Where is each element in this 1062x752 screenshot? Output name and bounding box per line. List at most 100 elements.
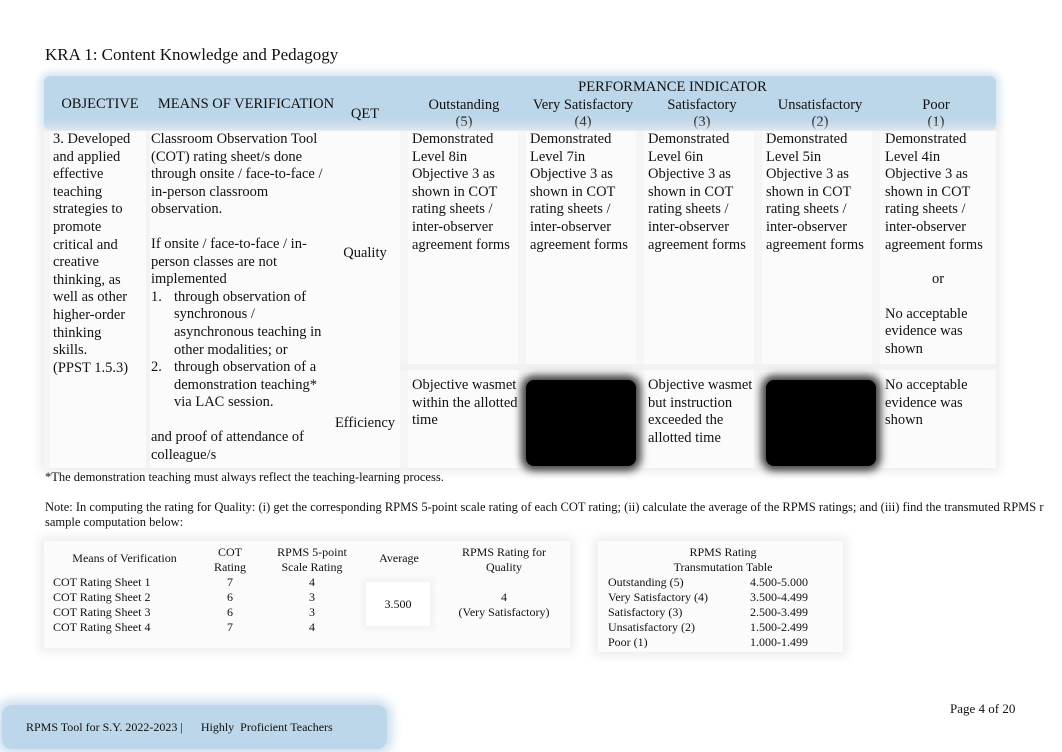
sample-row-mov: COT Rating Sheet 1 xyxy=(53,575,151,589)
mov-list-item: 1. through observation of synchronous / a… xyxy=(151,289,336,359)
sample-header-average: Average xyxy=(379,551,419,565)
rating-score: (3) xyxy=(693,114,711,130)
header-performance-indicator: PERFORMANCE INDICATOR xyxy=(578,79,767,95)
transmutation-label: Unsatisfactory (2) xyxy=(608,620,695,634)
quality-poor-alt: No acceptable evidence was shown xyxy=(885,305,968,357)
kra-title: KRA 1: Content Knowledge and Pedagogy xyxy=(45,45,339,64)
sample-row-mov: COT Rating Sheet 4 xyxy=(53,620,151,634)
sample-row-rpms: 4 xyxy=(309,620,315,634)
transmutation-label: Satisfactory (3) xyxy=(608,605,683,619)
objective-line: and applied xyxy=(53,148,121,165)
sample-header-mov: Means of Verification xyxy=(72,551,177,565)
objective-line: skills. xyxy=(53,342,88,359)
rating-label: Very Satisfactory xyxy=(532,97,634,113)
transmutation-range: 1.000-1.499 xyxy=(750,635,808,649)
note-line-1: Note: In computing the rating for Qualit… xyxy=(45,500,1044,514)
objective-line: thinking xyxy=(53,324,102,341)
sample-row-cot: 6 xyxy=(227,605,233,619)
quality-poor-text: Demonstrated Level 4in Objective 3 as sh… xyxy=(885,131,983,253)
qet-efficiency: Efficiency xyxy=(334,415,396,431)
objective-line: effective xyxy=(53,166,104,183)
header-means-of-verification: MEANS OF VERIFICATION xyxy=(157,96,335,112)
sample-header-rpms-quality: RPMS Rating for Quality xyxy=(461,545,546,574)
sample-row-mov: COT Rating Sheet 3 xyxy=(53,605,151,619)
objective-cell: 3. Developed and applied effective teaching… xyxy=(53,131,148,377)
quality-poor: Demonstrated Level 4in Objective 3 as sh… xyxy=(885,131,993,359)
objective-text: 3. Developed and applied effective teaching… xyxy=(53,131,148,377)
rating-score: (2) xyxy=(811,114,829,130)
header-rating-very-satisfactory: Very Satisfactory (4) xyxy=(523,97,643,131)
sample-row-rpms: 3 xyxy=(309,590,315,604)
efficiency-outstanding: Objective wasmet within the allotted tim… xyxy=(412,377,518,429)
sample-rating-value: 4 xyxy=(501,590,507,604)
rating-score: (1) xyxy=(927,114,945,130)
row-divider xyxy=(400,364,996,370)
objective-line: promote xyxy=(53,218,102,235)
header-rating-poor: Poor (1) xyxy=(879,97,993,131)
transmutation-label: Outstanding (5) xyxy=(608,575,684,589)
quality-unsatisfactory: Demonstrated Level 5in Objective 3 as sh… xyxy=(766,131,864,253)
list-number: 2. xyxy=(151,359,162,376)
objective-line: 3. Developed xyxy=(53,131,131,147)
mov-cell: Classroom Observation Tool (COT) rating … xyxy=(151,131,336,464)
quality-poor-or: or xyxy=(931,271,945,288)
rating-score: (4) xyxy=(574,114,592,130)
objective-line: creative xyxy=(53,254,99,271)
page-number: Page 4 of 20 xyxy=(950,701,1016,716)
transmutation-title-2: Transmutation Table xyxy=(673,560,773,574)
mov-list: 1. through observation of synchronous / a… xyxy=(151,289,336,412)
qet-quality: Quality xyxy=(343,245,387,261)
sample-row-mov: COT Rating Sheet 2 xyxy=(53,590,151,604)
header-rating-outstanding: Outstanding (5) xyxy=(405,97,523,131)
sample-average-value: 3.500 xyxy=(384,597,412,611)
column-divider xyxy=(44,131,50,468)
redacted-efficiency-very-satisfactory xyxy=(526,380,636,466)
mov-para-3: and proof of attendance of colleague/s xyxy=(151,428,304,463)
header-objective: OBJECTIVE xyxy=(61,96,139,112)
sample-header-rpms-scale: RPMS 5-point Scale Rating xyxy=(277,545,347,574)
rating-label: Unsatisfactory xyxy=(777,97,863,113)
rating-label: Poor xyxy=(922,97,950,113)
objective-line: critical and xyxy=(53,236,118,253)
sample-rating-label: (Very Satisfactory) xyxy=(458,605,550,619)
objective-line: (PPST 1.5.3) xyxy=(53,359,129,376)
header-rating-unsatisfactory: Unsatisfactory (2) xyxy=(761,97,879,131)
transmutation-range: 3.500-4.499 xyxy=(750,590,808,604)
quality-satisfactory: Demonstrated Level 6in Objective 3 as sh… xyxy=(648,131,746,253)
transmutation-range: 1.500-2.499 xyxy=(750,620,808,634)
mov-para-1: Classroom Observation Tool (COT) rating … xyxy=(151,131,323,218)
sample-row-rpms: 3 xyxy=(309,605,315,619)
redacted-efficiency-unsatisfactory xyxy=(766,380,876,466)
mov-para-2: If onsite / face-to-face / in-person cla… xyxy=(151,235,307,288)
sample-row-cot: 7 xyxy=(227,575,233,589)
list-number: 1. xyxy=(151,288,162,305)
note-line-2: sample computation below: xyxy=(45,515,184,529)
objective-line: well as other xyxy=(53,289,128,306)
quality-very-satisfactory: Demonstrated Level 7in Objective 3 as sh… xyxy=(530,131,628,253)
column-divider xyxy=(400,131,408,468)
objective-line: thinking, as xyxy=(53,271,121,288)
mov-list-item: 2. through observation of a demonstration… xyxy=(151,359,336,412)
sample-row-cot: 6 xyxy=(227,590,233,604)
list-text: through observation of synchronous / asy… xyxy=(174,288,322,358)
transmutation-label: Very Satisfactory (4) xyxy=(608,590,708,604)
sample-row-cot: 7 xyxy=(227,620,233,634)
rating-label: Satisfactory xyxy=(667,97,737,113)
objective-line: higher-order xyxy=(53,306,126,323)
list-text: through observation of a demonstration t… xyxy=(174,359,317,411)
efficiency-poor: No acceptable evidence was shown xyxy=(885,377,968,429)
transmutation-label: Poor (1) xyxy=(608,635,648,649)
objective-line: teaching xyxy=(53,183,103,200)
sample-row-rpms: 4 xyxy=(309,575,315,589)
footer-text: RPMS Tool for S.Y. 2022-2023 | Highly Pr… xyxy=(26,720,333,734)
transmutation-title-1: RPMS Rating xyxy=(689,545,757,559)
footnote: *The demonstration teaching must always … xyxy=(45,470,444,484)
rating-score: (5) xyxy=(455,114,473,130)
transmutation-range: 4.500-5.000 xyxy=(750,575,808,589)
objective-line: strategies to xyxy=(53,201,123,218)
header-qet: QET xyxy=(350,106,380,122)
transmutation-range: 2.500-3.499 xyxy=(750,605,808,619)
header-rating-satisfactory: Satisfactory (3) xyxy=(643,97,761,131)
quality-outstanding: Demonstrated Level 8in Objective 3 as sh… xyxy=(412,131,510,253)
rating-label: Outstanding xyxy=(428,97,500,113)
